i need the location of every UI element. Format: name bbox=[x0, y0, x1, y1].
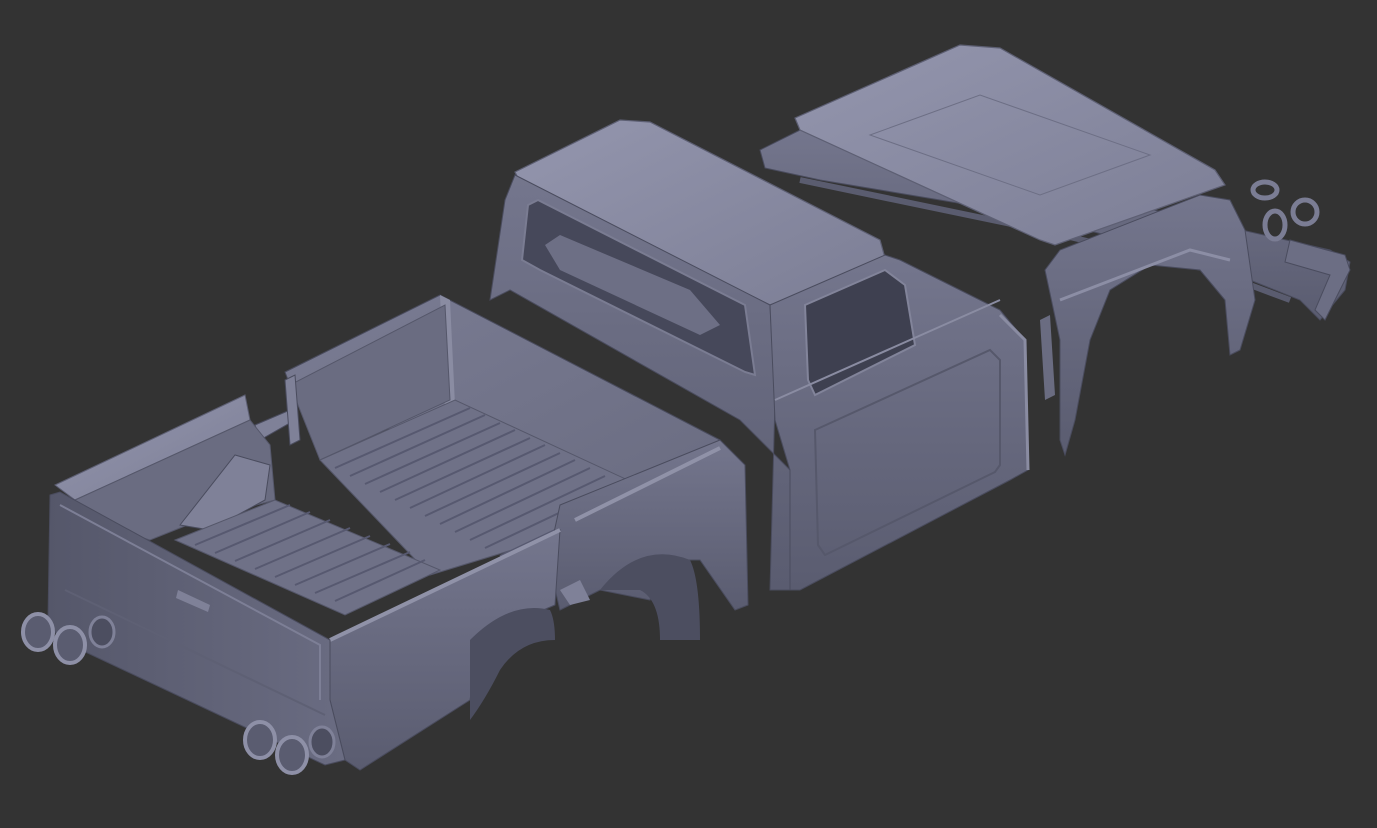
3d-viewport[interactable] bbox=[0, 0, 1377, 828]
truck-body-render bbox=[21, 44, 1351, 775]
